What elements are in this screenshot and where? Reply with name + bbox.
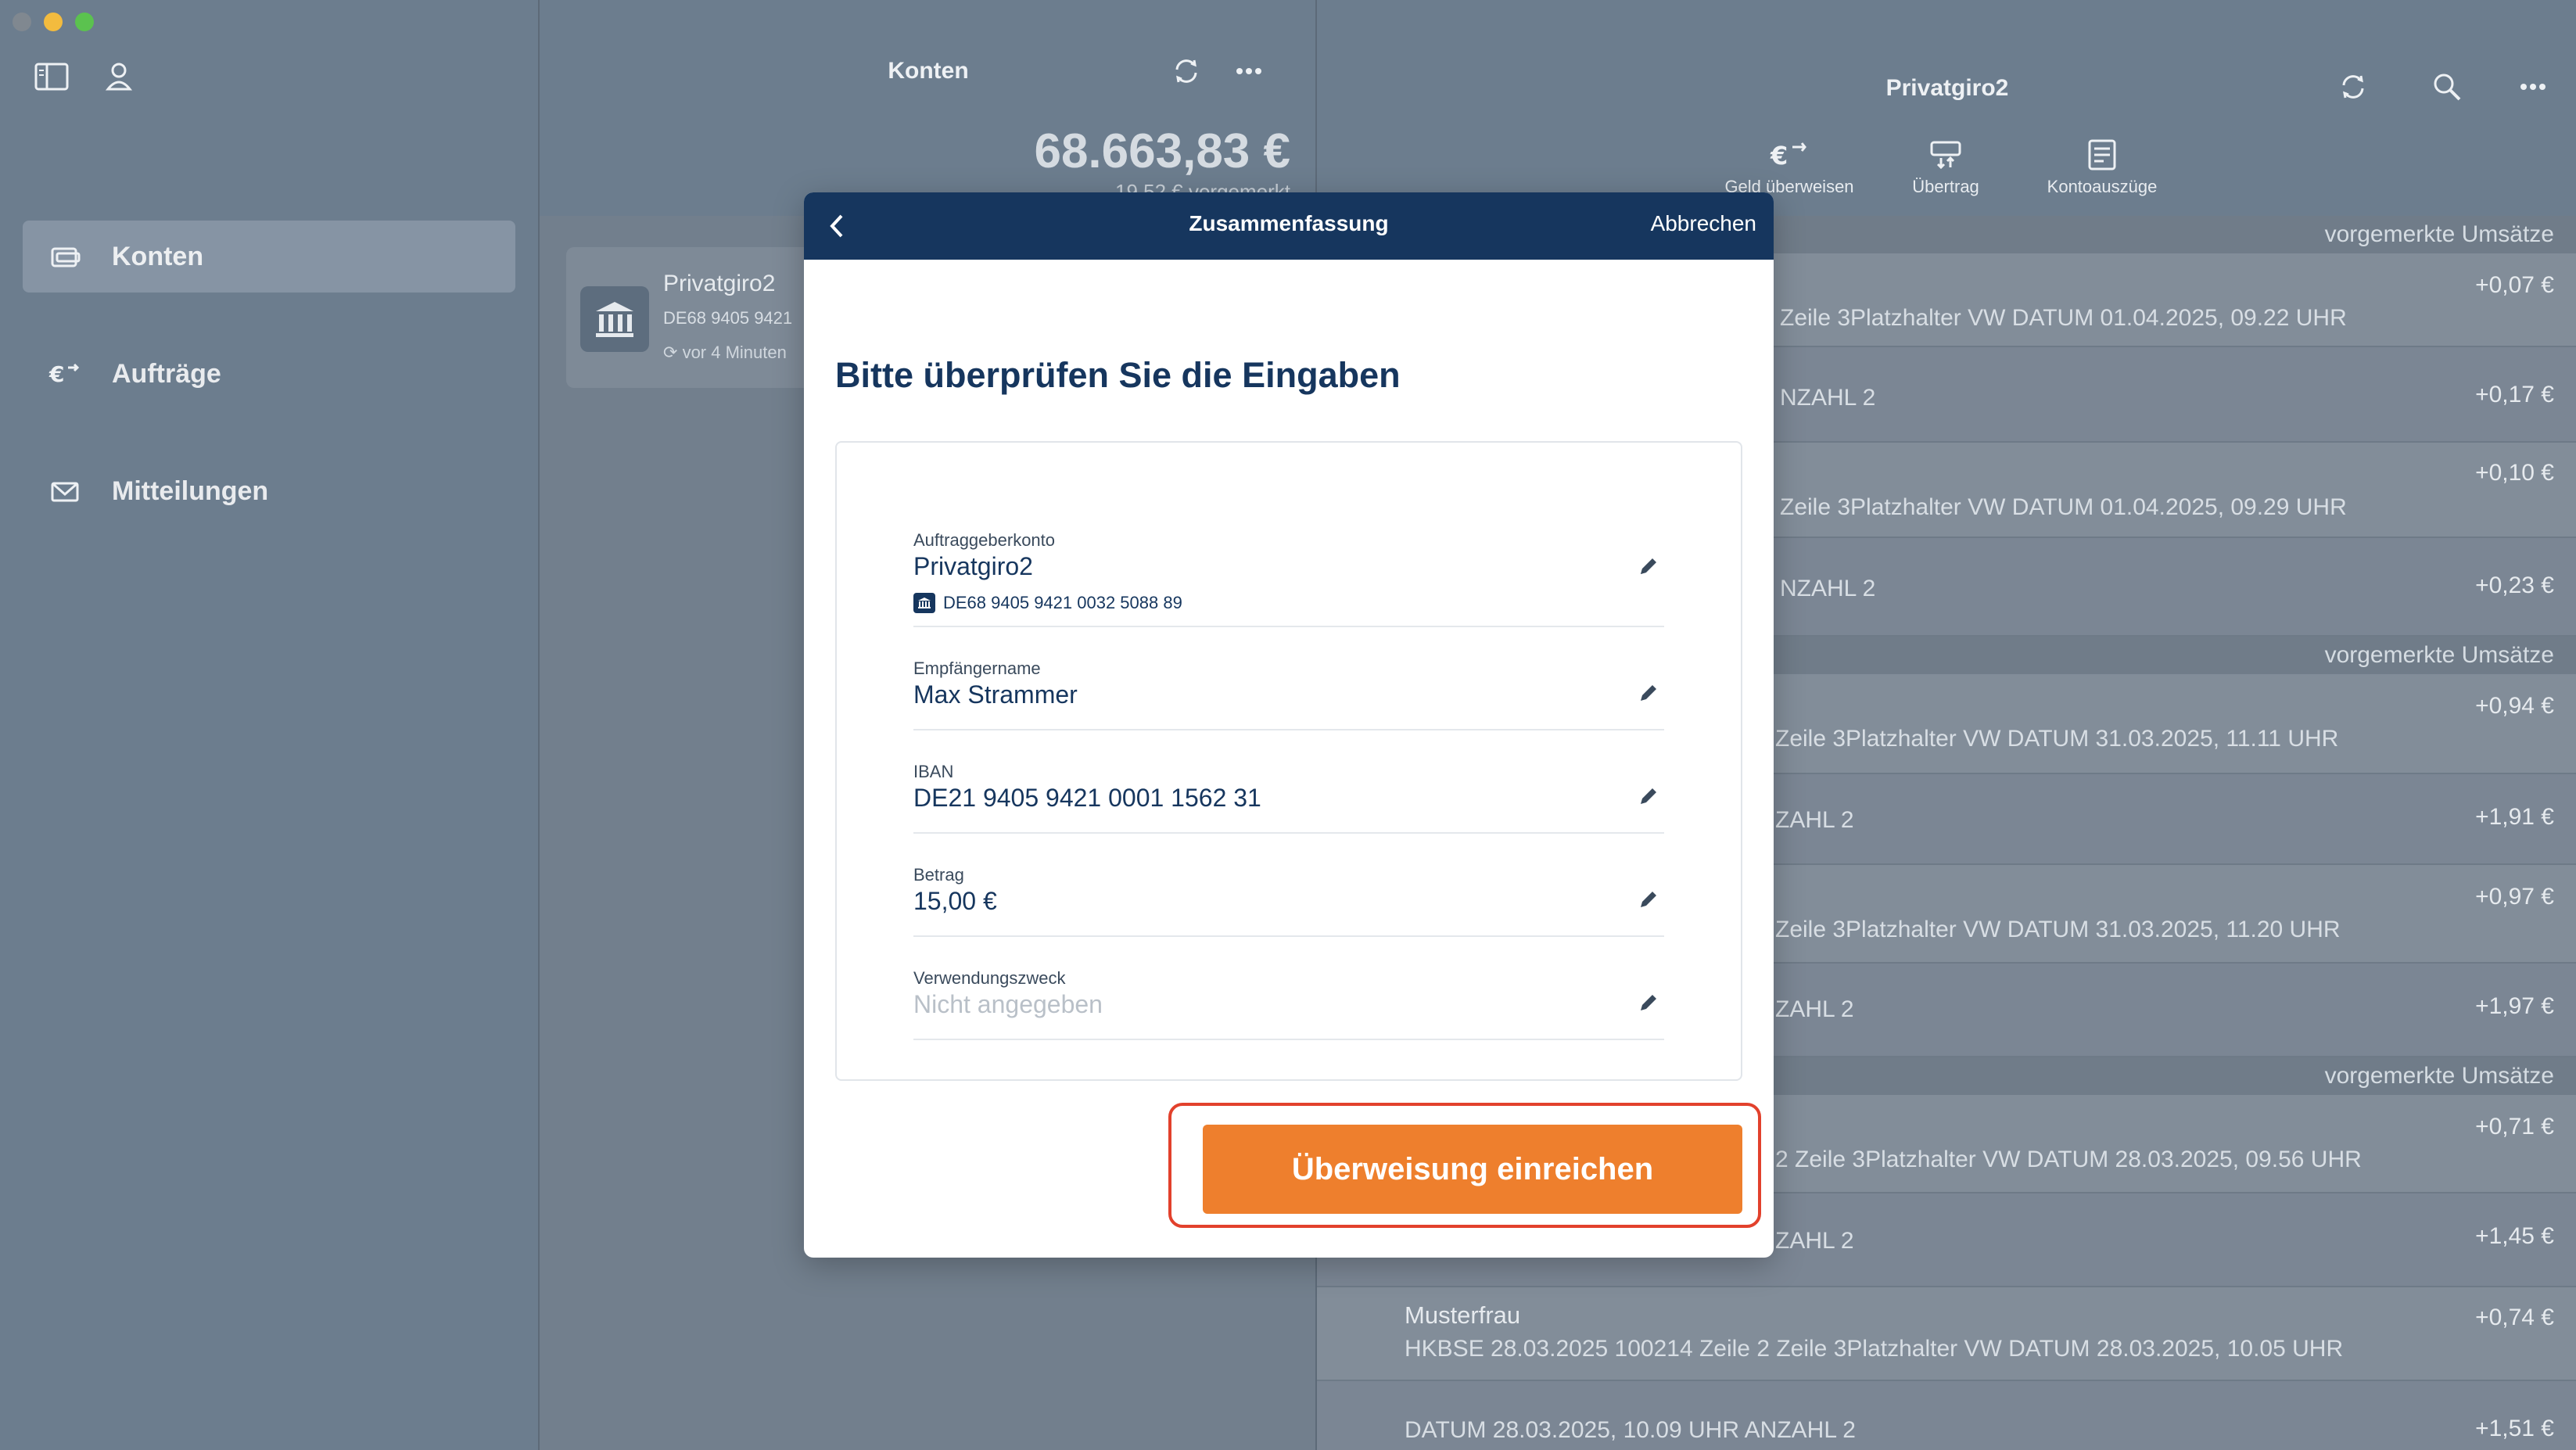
statement-icon (2024, 133, 2180, 177)
profile-icon[interactable] (100, 58, 138, 95)
dialog-titlebar: Zusammenfassung Abbrechen (804, 192, 1774, 260)
field-value: 15,00 € (913, 887, 997, 915)
account-iban: DE68 9405 9421 (663, 308, 793, 328)
accounts-header: Konten 68.663,83 € 19,52 € vorgemerkt (540, 0, 1317, 216)
transaction-desc: 2 Zeile 3Platzhalter VW DATUM 28.03.2025… (1775, 1147, 2362, 1172)
euro-transfer-icon: € (46, 355, 84, 393)
edit-pencil-icon[interactable] (1633, 551, 1664, 582)
transaction-amount: +1,91 € (2475, 804, 2554, 830)
cancel-button[interactable]: Abbrechen (1651, 211, 1756, 236)
refresh-icon[interactable] (1167, 52, 1206, 91)
transaction-amount: +0,97 € (2475, 884, 2554, 910)
transaction-desc: NZAHL 2 (1780, 385, 1876, 411)
transaction-amount: +0,23 € (2475, 572, 2554, 598)
total-balance: 68.663,83 € (1034, 124, 1290, 178)
wallet-icon (46, 238, 84, 275)
sync-text: vor 4 Minuten (682, 343, 787, 362)
sync-icon: ⟳ (663, 343, 678, 362)
field-empfaengername: Empfängername Max Strammer (913, 627, 1664, 730)
bank-icon (913, 593, 935, 613)
svg-text:€: € (48, 361, 64, 387)
sidebar-item-konten[interactable]: Konten (23, 221, 515, 293)
minimize-window-button[interactable] (44, 13, 63, 31)
field-iban: IBAN DE21 9405 9421 0001 1562 31 (913, 730, 1664, 834)
search-icon[interactable] (2427, 67, 2467, 106)
transaction-amount: +0,74 € (2475, 1305, 2554, 1330)
more-icon[interactable] (2513, 67, 2553, 106)
transaction-desc: ZAHL 2 (1775, 1228, 1854, 1254)
transaction-row[interactable]: DATUM 28.03.2025, 10.09 UHR ANZAHL 2 +1,… (1317, 1381, 2576, 1450)
transfer-icon (1867, 133, 2024, 177)
transaction-amount: +0,94 € (2475, 693, 2554, 719)
field-label: Verwendungszweck (913, 968, 1066, 988)
action-uebertrag[interactable]: Übertrag (1867, 133, 2024, 197)
review-list: Auftraggeberkonto Privatgiro2 DE68 9405 … (835, 441, 1742, 1081)
field-label: Empfängername (913, 659, 1041, 678)
transaction-desc: Zeile 3Platzhalter VW DATUM 31.03.2025, … (1775, 917, 2341, 942)
field-value: Privatgiro2 (913, 552, 1033, 580)
transaction-amount: +0,10 € (2475, 460, 2554, 486)
sidebar: Konten € Aufträge Mitteilungen (0, 0, 538, 1450)
action-kontoauszuege[interactable]: Kontoauszüge (2024, 133, 2180, 197)
svg-text:€: € (1770, 141, 1788, 170)
edit-pencil-icon[interactable] (1633, 987, 1664, 1018)
submit-transfer-button[interactable]: Überweisung einreichen (1203, 1125, 1742, 1214)
euro-transfer-icon: € (1711, 133, 1867, 177)
field-betrag: Betrag 15,00 € (913, 834, 1664, 937)
account-title: Privatgiro2 (1885, 75, 2009, 101)
close-window-button[interactable] (13, 13, 31, 31)
transaction-desc: Zeile 3Platzhalter VW DATUM 31.03.2025, … (1775, 726, 2339, 752)
sidebar-item-auftraege[interactable]: € Aufträge (23, 338, 515, 410)
more-icon[interactable] (1229, 52, 1268, 91)
transactions-header: Privatgiro2 € Geld überweisen Übertrag K… (1317, 0, 2576, 216)
sidebar-item-mitteilungen[interactable]: Mitteilungen (23, 455, 515, 527)
edit-pencil-icon[interactable] (1633, 677, 1664, 709)
transaction-row[interactable]: Musterfrau HKBSE 28.03.2025 100214 Zeile… (1317, 1287, 2576, 1381)
transaction-desc: Zeile 3Platzhalter VW DATUM 01.04.2025, … (1780, 305, 2347, 331)
account-name: Privatgiro2 (663, 271, 776, 296)
iban-text: DE68 9405 9421 0032 5088 89 (943, 593, 1182, 612)
action-label: Kontoauszüge (2047, 177, 2158, 196)
dialog-title: Zusammenfassung (1189, 211, 1389, 235)
action-geld-ueberweisen[interactable]: € Geld überweisen (1711, 133, 1867, 197)
transaction-amount: +1,97 € (2475, 993, 2554, 1019)
review-heading: Bitte überprüfen Sie die Eingaben (835, 355, 1401, 395)
transaction-amount: +0,07 € (2475, 272, 2554, 298)
transaction-desc: ZAHL 2 (1775, 996, 1854, 1022)
transaction-name: Musterfrau (1405, 1301, 1521, 1329)
zoom-window-button[interactable] (75, 13, 94, 31)
edit-pencil-icon[interactable] (1633, 884, 1664, 915)
field-label: Betrag (913, 865, 964, 885)
sync-status: ⟳ vor 4 Minuten (663, 343, 787, 363)
sidebar-toggle-icon[interactable] (33, 58, 70, 95)
mail-icon (46, 472, 84, 510)
transaction-desc: NZAHL 2 (1780, 576, 1876, 601)
action-label: Übertrag (1912, 177, 1979, 196)
transaction-amount: +0,71 € (2475, 1114, 2554, 1140)
transaction-desc: HKBSE 28.03.2025 100214 Zeile 2 Zeile 3P… (1405, 1336, 2344, 1362)
field-verwendungszweck: Verwendungszweck Nicht angegeben (913, 937, 1664, 1040)
sidebar-item-label: Konten (112, 241, 204, 271)
field-label: IBAN (913, 762, 954, 781)
field-label: Auftraggeberkonto (913, 530, 1056, 550)
field-value: Max Strammer (913, 680, 1078, 709)
field-auftraggeberkonto: Auftraggeberkonto Privatgiro2 DE68 9405 … (913, 530, 1664, 627)
sidebar-item-label: Mitteilungen (112, 476, 269, 506)
transaction-desc: Zeile 3Platzhalter VW DATUM 01.04.2025, … (1780, 494, 2347, 520)
field-value: Nicht angegeben (913, 990, 1103, 1018)
summary-dialog: Zusammenfassung Abbrechen Bitte überprüf… (804, 192, 1774, 1258)
field-value: DE21 9405 9421 0001 1562 31 (913, 784, 1261, 812)
refresh-icon[interactable] (2334, 67, 2373, 106)
transaction-amount: +0,17 € (2475, 382, 2554, 407)
transaction-desc: ZAHL 2 (1775, 807, 1854, 833)
field-subvalue: DE68 9405 9421 0032 5088 89 (913, 593, 1182, 613)
transaction-desc: DATUM 28.03.2025, 10.09 UHR ANZAHL 2 (1405, 1417, 1856, 1443)
bank-icon (580, 286, 649, 352)
transaction-amount: +1,45 € (2475, 1223, 2554, 1249)
edit-pencil-icon[interactable] (1633, 781, 1664, 812)
sidebar-item-label: Aufträge (112, 358, 221, 389)
transaction-amount: +1,51 € (2475, 1416, 2554, 1441)
